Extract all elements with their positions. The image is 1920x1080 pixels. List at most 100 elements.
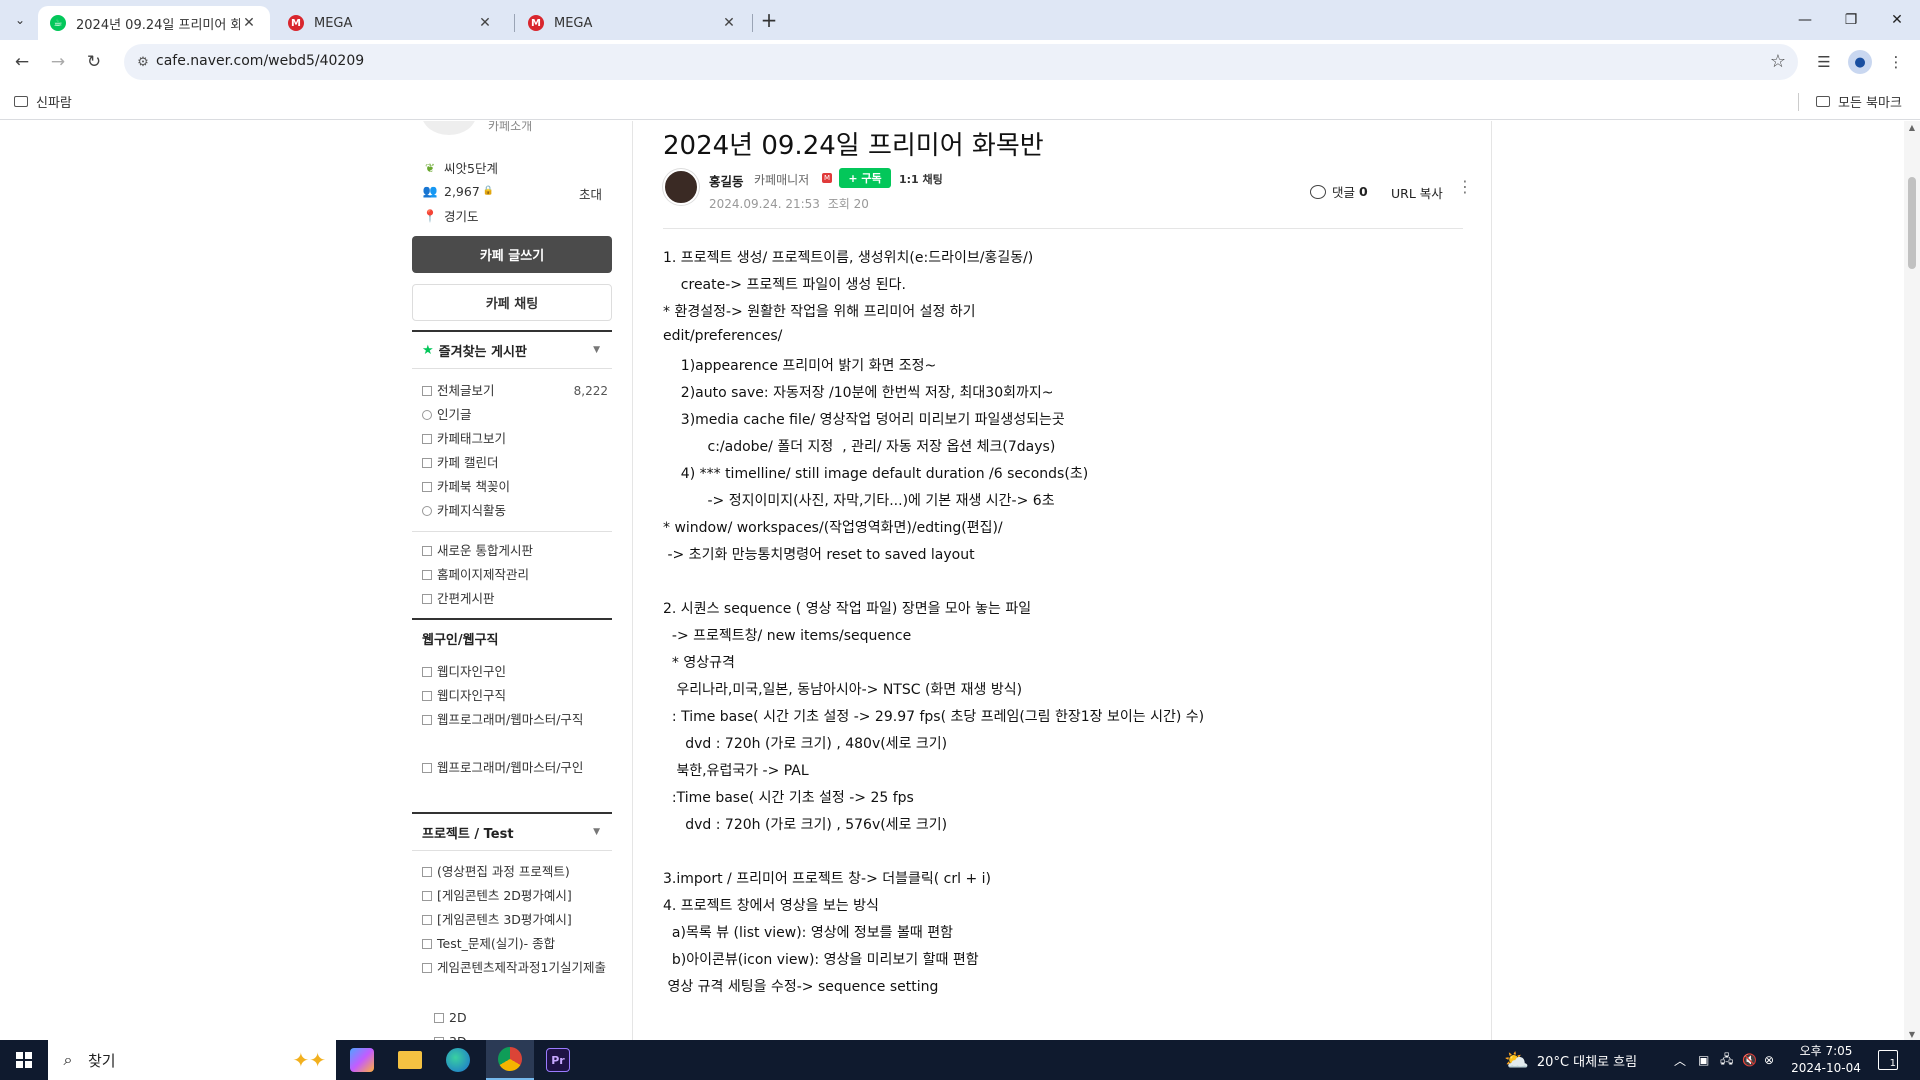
tag-icon — [422, 434, 432, 444]
camera-icon[interactable]: ▣ — [1698, 1040, 1709, 1080]
url-text[interactable]: cafe.naver.com/webd5/40209 — [156, 53, 364, 69]
forward-icon[interactable]: → — [44, 48, 72, 76]
premiere-pro-icon: Pr — [546, 1048, 570, 1072]
status-x-icon[interactable]: ⊗ — [1764, 1040, 1774, 1080]
board-item[interactable]: 웹디자인구인 — [422, 661, 608, 683]
board-item[interactable]: 웹프로그래머/웹마스터/구직 — [422, 709, 608, 731]
network-icon[interactable]: 🖧 — [1720, 1040, 1733, 1080]
level-sprout-icon: ❦ — [424, 160, 436, 175]
notification-icon[interactable]: 1 — [1878, 1050, 1898, 1070]
scroll-down-arrow-icon[interactable]: ▼ — [1904, 1030, 1920, 1039]
more-options-icon[interactable]: ⋮ — [1457, 177, 1473, 196]
post-meta: 2024.09.24. 21:53 조회 20 — [709, 195, 869, 212]
menu-kebab-icon[interactable]: ⋮ — [1884, 50, 1908, 74]
file-explorer-app[interactable] — [386, 1040, 434, 1080]
folder-icon — [398, 1051, 422, 1069]
board-item[interactable]: 간편게시판 — [422, 588, 608, 610]
menu-popular[interactable]: 인기글 — [422, 404, 608, 426]
board-item[interactable]: (영상편집 과정 프로젝트) — [422, 861, 608, 883]
cafe-intro-link[interactable]: 카페소개 — [488, 121, 532, 134]
chrome-app[interactable] — [486, 1040, 534, 1080]
scroll-up-arrow-icon[interactable]: ▲ — [1904, 123, 1920, 132]
board-item[interactable]: Test_문제(실기)- 종합 — [422, 933, 608, 955]
close-window-icon[interactable]: ✕ — [1874, 0, 1920, 40]
address-bar[interactable]: ⚙ cafe.naver.com/webd5/40209 ☆ — [124, 44, 1798, 80]
weather-widget[interactable]: ⛅ 20°C 대체로 흐림 — [1504, 1040, 1637, 1080]
windows-taskbar: ⌕ 찾기 ✦✦ Pr ⛅ 20°C 대체로 흐림 ︿ ▣ 🖧 🔇 ⊗ 오후 7:… — [0, 1040, 1920, 1080]
board-icon — [422, 691, 432, 701]
invite-link[interactable]: 초대 — [579, 184, 602, 203]
volume-muted-icon[interactable]: 🔇 — [1742, 1040, 1757, 1080]
tab-title: 2024년 09.24일 프리미어 화목반 — [76, 17, 240, 33]
tab-close-icon[interactable]: ✕ — [720, 15, 738, 31]
favorites-board-header[interactable]: ★ 즐겨찾는 게시판 ▼ — [412, 330, 612, 368]
bookmark-label: 모든 북마크 — [1838, 96, 1902, 111]
board-item[interactable]: 새로운 통합게시판 — [422, 540, 608, 562]
new-tab-button[interactable]: + — [757, 8, 781, 32]
divider — [412, 368, 612, 369]
bookmark-folder-sinparam[interactable]: 신파람 — [14, 92, 72, 111]
job-board-header[interactable]: 웹구인/웹구직 — [412, 618, 612, 656]
scroll-thumb[interactable] — [1908, 177, 1916, 269]
chevron-down-icon: ▼ — [593, 345, 600, 355]
post-views: 조회 20 — [827, 197, 869, 211]
cafe-write-button[interactable]: 카페 글쓰기 — [412, 236, 612, 273]
author-avatar[interactable] — [663, 169, 699, 205]
article-line: -> 초기화 만능통치명령어 reset to saved layout — [663, 547, 975, 563]
article-line: 3)media cache file/ 영상작업 덩어리 미리보기 파일생성되는… — [663, 412, 1065, 428]
subscribe-button[interactable]: + 구독 — [839, 168, 891, 188]
article-line: edit/preferences/ — [663, 328, 783, 344]
copilot-icon — [350, 1048, 374, 1072]
cafe-chat-button[interactable]: 카페 채팅 — [412, 284, 612, 321]
url-copy-button[interactable]: URL 복사 — [1391, 183, 1443, 202]
system-clock[interactable]: 오후 7:05 2024-10-04 — [1786, 1043, 1866, 1077]
board-icon — [422, 891, 432, 901]
premiere-app[interactable]: Pr — [534, 1040, 582, 1080]
menu-bookshelf[interactable]: 카페북 책꽂이 — [422, 476, 608, 498]
menu-tags[interactable]: 카페태그보기 — [422, 428, 608, 450]
tab-close-icon[interactable]: ✕ — [240, 15, 258, 31]
board-item[interactable]: 웹디자인구직 — [422, 685, 608, 707]
board-item[interactable]: [게임콘텐츠 2D평가예시] — [422, 885, 608, 907]
cafe-members[interactable]: 👥 2,967 🔒 — [422, 183, 495, 199]
reload-icon[interactable]: ↻ — [80, 48, 108, 76]
comments-count: 0 — [1359, 184, 1368, 199]
board-item[interactable]: 게임콘텐츠제작과정1기실기제출 — [422, 957, 608, 979]
comments-link[interactable]: 댓글 0 — [1310, 182, 1368, 201]
bookmark-star-icon[interactable]: ☆ — [1770, 51, 1786, 72]
edge-app[interactable] — [434, 1040, 482, 1080]
page-scrollbar[interactable]: ▲ ▼ — [1904, 121, 1920, 1041]
site-info-icon[interactable]: ⚙ — [134, 53, 152, 71]
board-item[interactable]: 웹프로그래머/웹마스터/구인 — [422, 757, 608, 779]
tab-mega-2[interactable]: M MEGA ✕ — [516, 6, 750, 40]
divider — [412, 850, 612, 851]
board-icon — [422, 386, 432, 396]
tab-mega-1[interactable]: M MEGA ✕ — [276, 6, 506, 40]
sub-board-item[interactable]: 2D — [434, 1010, 467, 1025]
taskbar-search[interactable]: ⌕ 찾기 ✦✦ — [48, 1040, 336, 1080]
tray-chevron-icon[interactable]: ︿ — [1674, 1040, 1686, 1080]
reading-list-icon[interactable]: ☰ — [1812, 50, 1836, 74]
menu-knowledge[interactable]: 카페지식활동 — [422, 500, 608, 522]
copilot-app[interactable] — [338, 1040, 386, 1080]
project-board-header[interactable]: 프로젝트 / Test ▼ — [412, 812, 612, 850]
restore-icon[interactable]: ❐ — [1828, 0, 1874, 40]
menu-calendar[interactable]: 카페 캘린더 — [422, 452, 608, 474]
menu-all-posts[interactable]: 전체글보기 8,222 — [422, 380, 608, 402]
profile-avatar-icon[interactable]: ● — [1848, 50, 1872, 74]
board-item[interactable]: [게임콘텐츠 3D평가예시] — [422, 909, 608, 931]
back-icon[interactable]: ← — [8, 48, 36, 76]
tab-naver-cafe[interactable]: ☕ 2024년 09.24일 프리미어 화목반 ✕ — [38, 6, 270, 40]
one-on-one-chat-button[interactable]: 1:1 채팅 — [899, 171, 943, 187]
author-name[interactable]: 홍길동 — [709, 171, 744, 190]
start-button[interactable] — [0, 1040, 48, 1080]
mega-icon: M — [528, 15, 544, 31]
book-icon — [422, 482, 432, 492]
all-bookmarks-button[interactable]: 모든 북마크 — [1816, 92, 1902, 111]
knowledge-icon — [422, 506, 432, 516]
board-item[interactable]: 홈페이지제작관리 — [422, 564, 608, 586]
tab-close-icon[interactable]: ✕ — [476, 15, 494, 31]
minimize-icon[interactable]: — — [1782, 0, 1828, 40]
cafe-region: 📍 경기도 — [422, 206, 479, 225]
tab-search-chevron-icon[interactable]: ⌄ — [8, 8, 32, 32]
